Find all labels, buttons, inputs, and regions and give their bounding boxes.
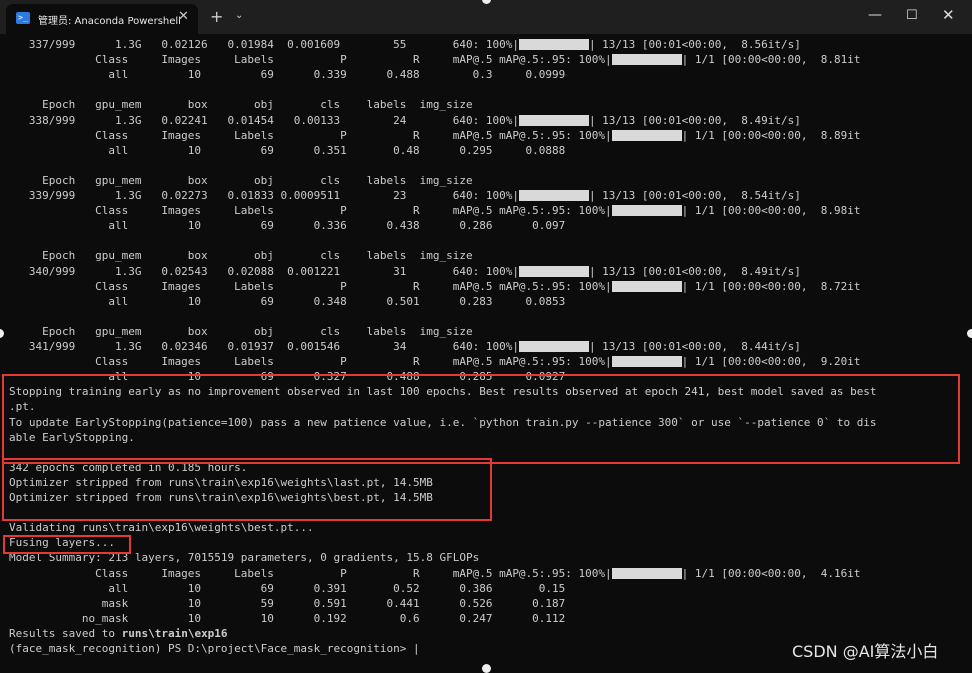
terminal-line-text: (face_mask_recognition) PS D:\project\Fa… <box>9 642 420 655</box>
terminal-line-suffix: | 13/13 [00:01<00:00, 8.44it/s] <box>588 340 801 353</box>
terminal-line: (face_mask_recognition) PS D:\project\Fa… <box>9 641 420 656</box>
terminal-line: all 10 69 0.351 0.48 0.295 0.0888 <box>9 143 565 158</box>
terminal-line-text: mask 10 59 0.591 0.441 0.526 0.187 <box>9 596 566 610</box>
terminal-line-text: 341/999 1.3G 0.02346 0.01937 0.001546 34… <box>9 340 519 353</box>
terminal-line-text: Epoch gpu_mem box obj cls labels img_siz… <box>9 324 473 338</box>
terminal-line-text: Class Images Labels P R mAP@.5 mAP@.5:.9… <box>9 53 612 67</box>
terminal-line-text: Class Images Labels P R mAP@.5 mAP@.5:.9… <box>9 128 612 142</box>
terminal-line: Class Images Labels P R mAP@.5 mAP@.5:.9… <box>9 566 860 581</box>
terminal-output[interactable]: 337/999 1.3G 0.02126 0.01984 0.001609 55… <box>0 37 972 669</box>
terminal-line-text: 340/999 1.3G 0.02543 0.02088 0.001221 31… <box>9 264 519 278</box>
terminal-line: mask 10 59 0.591 0.441 0.526 0.187 <box>9 596 566 611</box>
tab-title: 管理员: Anaconda Powershell <box>38 16 181 27</box>
highlight-fusing-layers <box>3 535 131 554</box>
terminal-line: 337/999 1.3G 0.02126 0.01984 0.001609 55… <box>9 37 801 52</box>
progress-bar <box>518 39 589 50</box>
terminal-line: Results saved to runs\train\exp16 <box>9 626 228 641</box>
chevron-down-icon[interactable]: ⌄ <box>235 10 243 21</box>
new-tab-button[interactable]: + <box>210 7 223 26</box>
terminal-line-suffix: | 1/1 [00:00<00:00, 8.98it <box>681 204 861 218</box>
terminal-line-text: no_mask 10 10 0.192 0.6 0.247 0.112 <box>9 611 566 625</box>
terminal-line: all 10 69 0.348 0.501 0.283 0.0853 <box>9 294 565 309</box>
results-path: runs\train\exp16 <box>121 626 228 640</box>
progress-bar <box>611 54 682 66</box>
highlight-early-stopping <box>2 374 960 464</box>
powershell-icon: >_ <box>16 12 30 24</box>
close-window-button[interactable]: ✕ <box>942 6 955 24</box>
terminal-line-text: all 10 69 0.339 0.488 0.3 0.0999 <box>9 68 566 82</box>
terminal-line-suffix: | 1/1 [00:00<00:00, 4.16it <box>681 566 861 580</box>
terminal-line-suffix: | 13/13 [00:01<00:00, 8.49it/s] <box>588 264 801 278</box>
terminal-line-text: Class Images Labels P R mAP@.5 mAP@.5:.9… <box>9 566 612 580</box>
terminal-line: Class Images Labels P R mAP@.5 mAP@.5:.9… <box>9 203 860 218</box>
terminal-line: 341/999 1.3G 0.02346 0.01937 0.001546 34… <box>9 339 801 354</box>
terminal-line-text: Validating runs\train\exp16\weights\best… <box>9 521 314 535</box>
maximize-button[interactable]: ☐ <box>906 8 918 23</box>
tab-close-icon[interactable]: ✕ <box>178 9 189 24</box>
terminal-line-suffix: | 13/13 [00:01<00:00, 8.56it/s] <box>588 38 801 51</box>
terminal-line: no_mask 10 10 0.192 0.6 0.247 0.112 <box>9 611 565 626</box>
terminal-line: Epoch gpu_mem box obj cls labels img_siz… <box>9 173 473 188</box>
terminal-line-text: Class Images Labels P R mAP@.5 mAP@.5:.9… <box>9 204 612 218</box>
terminal-line: Epoch gpu_mem box obj cls labels img_siz… <box>9 97 473 112</box>
terminal-line-text: Epoch gpu_mem box obj cls labels img_siz… <box>9 173 473 187</box>
terminal-line-suffix: | 13/13 [00:01<00:00, 8.54it/s] <box>588 189 801 202</box>
terminal-line-text: Epoch gpu_mem box obj cls labels img_siz… <box>9 249 473 263</box>
progress-bar <box>611 356 682 368</box>
terminal-line-suffix: | 1/1 [00:00<00:00, 9.20it <box>681 355 861 369</box>
terminal-line-text: 338/999 1.3G 0.02241 0.01454 0.00133 24 … <box>9 113 519 127</box>
terminal-line-text: 337/999 1.3G 0.02126 0.01984 0.001609 55… <box>9 38 519 51</box>
progress-bar <box>611 567 682 579</box>
terminal-line-suffix: | 1/1 [00:00<00:00, 8.81it <box>681 53 861 67</box>
minimize-button[interactable]: — <box>868 7 882 23</box>
terminal-line: Epoch gpu_mem box obj cls labels img_siz… <box>9 248 473 263</box>
terminal-line-text: all 10 69 0.348 0.501 0.283 0.0853 <box>9 294 566 308</box>
terminal-line: Class Images Labels P R mAP@.5 mAP@.5:.9… <box>9 52 860 67</box>
highlight-epochs-completed <box>2 458 492 521</box>
terminal-line-text: Epoch gpu_mem box obj cls labels img_siz… <box>9 98 473 112</box>
terminal-line-text: Class Images Labels P R mAP@.5 mAP@.5:.9… <box>9 279 612 293</box>
window-edge-handle <box>967 329 972 338</box>
terminal-line: all 10 69 0.391 0.52 0.386 0.15 <box>9 581 565 596</box>
title-bar: >_ 管理员: Anaconda Powershell ✕ + ⌄ — ☐ ✕ <box>0 0 972 34</box>
terminal-line-suffix: | 1/1 [00:00<00:00, 8.89it <box>681 128 861 142</box>
terminal-line: 339/999 1.3G 0.02273 0.01833 0.0009511 2… <box>9 188 801 203</box>
terminal-line-text: 339/999 1.3G 0.02273 0.01833 0.0009511 2… <box>9 189 519 202</box>
terminal-line: 340/999 1.3G 0.02543 0.02088 0.001221 31… <box>9 264 801 279</box>
progress-bar <box>611 280 682 292</box>
terminal-line: all 10 69 0.336 0.438 0.286 0.097 <box>9 218 565 233</box>
progress-bar <box>611 129 682 141</box>
terminal-line: Class Images Labels P R mAP@.5 mAP@.5:.9… <box>9 279 860 294</box>
watermark: CSDN @AI算法小白 <box>792 642 939 661</box>
terminal-line: Class Images Labels P R mAP@.5 mAP@.5:.9… <box>9 128 860 143</box>
progress-bar <box>611 205 682 217</box>
terminal-line-suffix: | 1/1 [00:00<00:00, 8.72it <box>681 279 861 293</box>
terminal-line-text: all 10 69 0.336 0.438 0.286 0.097 <box>9 219 566 233</box>
terminal-line-text: all 10 69 0.391 0.52 0.386 0.15 <box>9 581 566 595</box>
terminal-line: Class Images Labels P R mAP@.5 mAP@.5:.9… <box>9 354 860 369</box>
terminal-line-text: all 10 69 0.351 0.48 0.295 0.0888 <box>9 143 566 157</box>
terminal-line: Epoch gpu_mem box obj cls labels img_siz… <box>9 324 473 339</box>
terminal-line: all 10 69 0.339 0.488 0.3 0.0999 <box>9 67 565 82</box>
terminal-tab[interactable]: >_ 管理员: Anaconda Powershell ✕ <box>6 4 198 34</box>
terminal-line: Validating runs\train\exp16\weights\best… <box>9 520 314 535</box>
progress-bar <box>518 265 589 277</box>
progress-bar <box>518 114 589 126</box>
terminal-line-text: Results saved to <box>9 626 122 640</box>
terminal-line-text: Class Images Labels P R mAP@.5 mAP@.5:.9… <box>9 355 612 369</box>
progress-bar <box>518 341 589 352</box>
progress-bar <box>518 190 589 201</box>
terminal-line-suffix: | 13/13 [00:01<00:00, 8.49it/s] <box>588 113 801 127</box>
terminal-line: 338/999 1.3G 0.02241 0.01454 0.00133 24 … <box>9 113 801 128</box>
